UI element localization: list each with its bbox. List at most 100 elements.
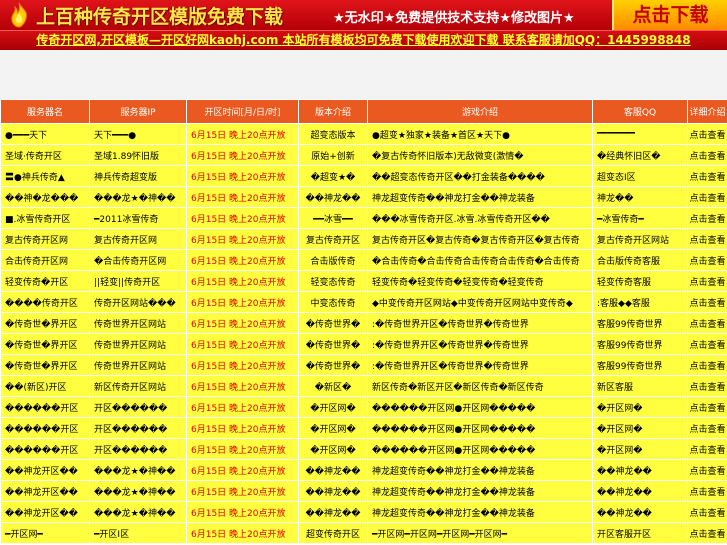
version-cell: 轻变态传奇	[298, 270, 368, 292]
service-qq-cell: ━━━━━━━	[592, 123, 688, 145]
open-time-cell: 6月15日 晚上20点开放	[186, 375, 299, 397]
service-qq-cell: 轻变传奇客服	[592, 270, 688, 292]
table-row[interactable]: ��神龙开区�� ���龙★�神�� 6月15日 晚上20点开放 ��神龙�� 神龙超变…	[0, 501, 727, 523]
server-name-cell: ●━━━天下	[0, 123, 90, 145]
details-link[interactable]: 点击查看	[687, 333, 727, 355]
version-cell: 中变态传奇	[298, 291, 368, 313]
version-cell: ��神龙��	[298, 501, 368, 523]
game-intro-cell: �合击传奇�合击传奇合击传奇合击传奇�合击传奇	[367, 249, 593, 271]
version-cell: �开区网�	[298, 417, 368, 439]
server-name-cell: ������开区	[0, 417, 90, 439]
server-name-cell: ��(新区)开区	[0, 375, 90, 397]
table-row[interactable]: ��神�龙��� ���龙★�神�� 6月15日 晚上20点开放 ��神龙�� 神龙超变…	[0, 186, 727, 208]
service-qq-cell: 客服99传奇世界	[592, 354, 688, 376]
version-cell: ��神龙��	[298, 480, 368, 502]
table-row[interactable]: ●━━━天下 天下━━━● 6月15日 晚上20点开放 超变态版本 ●超变★独家★装备★…	[0, 123, 727, 145]
server-ip-cell: 传奇世界开区网站	[89, 333, 187, 355]
game-intro-cell: ������开区网●开区网�����	[367, 396, 593, 418]
table-row[interactable]: 合击传奇开区网 �合击传奇开区网 6月15日 晚上20点开放 合击版传奇 �合击传奇�合…	[0, 249, 727, 271]
server-ip-cell: 神兵传奇超变版	[89, 165, 187, 187]
download-button[interactable]: 点击下载	[612, 0, 727, 30]
details-link[interactable]: 点击查看	[687, 228, 727, 250]
server-ip-cell: 传奇开区网站���	[89, 291, 187, 313]
version-cell: �新区�	[298, 375, 368, 397]
table-row[interactable]: �传奇世�界开区 传奇世界开区网站 6月15日 晚上20点开放 �传奇世界�:�传奇世…	[0, 354, 727, 376]
header-server-ip: 服务器IP	[89, 99, 187, 124]
open-time-cell: 6月15日 晚上20点开放	[186, 396, 299, 418]
open-time-cell: 6月15日 晚上20点开放	[186, 522, 299, 544]
game-intro-cell: 神龙超变传奇��神龙打金��神龙装备	[367, 501, 593, 523]
details-link[interactable]: 点击查看	[687, 291, 727, 313]
server-ip-cell: 传奇世界开区网站	[89, 312, 187, 334]
contact-link[interactable]: 传奇开区网,开区模板—开区好网kaohj.com 本站所有模板均可免费下载使用欢…	[36, 33, 690, 47]
table-row[interactable]: ��神龙开区�� ���龙★�神�� 6月15日 晚上20点开放 ��神龙�� 神龙超变…	[0, 459, 727, 481]
details-link[interactable]: 点击查看	[687, 501, 727, 523]
game-intro-cell: 复古传奇开区�复古传奇�复古传奇开区�复古传奇	[367, 228, 593, 250]
table-header-row: 服务器名 服务器IP 开区时间[月/日/时] 版本介绍 游戏介绍 客服QQ 详细…	[0, 99, 727, 124]
server-name-cell: 复古传奇开区网	[0, 228, 90, 250]
version-cell: �超变★�	[298, 165, 368, 187]
game-intro-cell: :�传奇世界开区�传奇世界�传奇世界	[367, 333, 593, 355]
details-link[interactable]: 点击查看	[687, 207, 727, 229]
details-link[interactable]: 点击查看	[687, 249, 727, 271]
open-time-cell: 6月15日 晚上20点开放	[186, 186, 299, 208]
details-link[interactable]: 点击查看	[687, 438, 727, 460]
version-cell: �传奇世界�	[298, 333, 368, 355]
table-row[interactable]: 圣域·传奇开区 圣域1.89怀旧版 6月15日 晚上20点开放 原始+创新 �复古传奇怀…	[0, 144, 727, 166]
open-time-cell: 6月15日 晚上20点开放	[186, 165, 299, 187]
service-qq-cell: �开区网�	[592, 438, 688, 460]
version-cell: 合击版传奇	[298, 249, 368, 271]
server-list-table: 服务器名 服务器IP 开区时间[月/日/时] 版本介绍 游戏介绍 客服QQ 详细…	[0, 99, 727, 544]
table-row[interactable]: �传奇世�界开区 传奇世界开区网站 6月15日 晚上20点开放 �传奇世界�:�传奇世…	[0, 312, 727, 334]
server-name-cell: ��神龙开区��	[0, 501, 90, 523]
details-link[interactable]: 点击查看	[687, 165, 727, 187]
server-name-cell: 轻变传奇�开区	[0, 270, 90, 292]
open-time-cell: 6月15日 晚上20点开放	[186, 417, 299, 439]
table-row[interactable]: 轻变传奇�开区 ||轻变||传奇开区 6月15日 晚上20点开放 轻变态传奇 轻变传奇�…	[0, 270, 727, 292]
server-ip-cell: 开区������	[89, 396, 187, 418]
open-time-cell: 6月15日 晚上20点开放	[186, 207, 299, 229]
table-row[interactable]: ����传奇开区 传奇开区网站��� 6月15日 晚上20点开放 中变态传奇 ◆中变传奇…	[0, 291, 727, 313]
server-name-cell: ■.冰雪传奇开区	[0, 207, 90, 229]
game-intro-cell: �复古传奇怀旧版本)无敌微变(激情�	[367, 144, 593, 166]
server-ip-cell: 新区传奇开区网站	[89, 375, 187, 397]
table-row[interactable]: ��(新区)开区 新区传奇开区网站 6月15日 晚上20点开放 �新区� 新区传奇�新区…	[0, 375, 727, 397]
server-name-cell: �传奇世�界开区	[0, 333, 90, 355]
details-link[interactable]: 点击查看	[687, 186, 727, 208]
server-ip-cell: ���龙★�神��	[89, 186, 187, 208]
details-link[interactable]: 点击查看	[687, 144, 727, 166]
table-row[interactable]: ������开区 开区������ 6月15日 晚上20点开放 �开区网� ������…	[0, 438, 727, 460]
server-name-cell: ━开区网━	[0, 522, 90, 544]
table-row[interactable]: �传奇世�界开区 传奇世界开区网站 6月15日 晚上20点开放 �传奇世界�:�传奇世…	[0, 333, 727, 355]
table-row[interactable]: 〓●神兵传奇▲ 神兵传奇超变版 6月15日 晚上20点开放 �超变★� ��超变态传奇开…	[0, 165, 727, 187]
server-ip-cell: ━2011冰雪传奇	[89, 207, 187, 229]
open-time-cell: 6月15日 晚上20点开放	[186, 459, 299, 481]
table-row[interactable]: ������开区 开区������ 6月15日 晚上20点开放 �开区网� ������…	[0, 417, 727, 439]
table-row[interactable]: ━开区网━ ━开区Ⅰ区 6月15日 晚上20点开放 超变传奇开区 ━开区网━开区网━开区…	[0, 522, 727, 544]
details-link[interactable]: 点击查看	[687, 312, 727, 334]
details-link[interactable]: 点击查看	[687, 396, 727, 418]
details-link[interactable]: 点击查看	[687, 522, 727, 544]
header-game-intro: 游戏介绍	[367, 99, 593, 124]
open-time-cell: 6月15日 晚上20点开放	[186, 438, 299, 460]
game-intro-cell: 神龙超变传奇��神龙打金��神龙装备	[367, 186, 593, 208]
details-link[interactable]: 点击查看	[687, 375, 727, 397]
server-ip-cell: 传奇世界开区网站	[89, 354, 187, 376]
server-name-cell: ��神龙开区��	[0, 480, 90, 502]
service-qq-cell: �开区网�	[592, 417, 688, 439]
table-row[interactable]: ������开区 开区������ 6月15日 晚上20点开放 �开区网� ������…	[0, 396, 727, 418]
top-banner[interactable]: 上百种传奇开区模版免费下载 ★无水印★免费提供技术支持★修改图片★ 点击下载	[0, 0, 727, 30]
table-row[interactable]: ■.冰雪传奇开区 ━2011冰雪传奇 6月15日 晚上20点开放 ━━冰雪━━ ���冰…	[0, 207, 727, 229]
details-link[interactable]: 点击查看	[687, 417, 727, 439]
header-server-name: 服务器名	[0, 99, 90, 124]
details-link[interactable]: 点击查看	[687, 459, 727, 481]
table-row[interactable]: 复古传奇开区网 复古传奇开区网 6月15日 晚上20点开放 复古传奇开区 复古传奇开区�…	[0, 228, 727, 250]
table-row[interactable]: ��神龙开区�� ���龙★�神�� 6月15日 晚上20点开放 ��神龙�� 神龙超变…	[0, 480, 727, 502]
header-open-time: 开区时间[月/日/时]	[186, 99, 299, 124]
table-body: ●━━━天下 天下━━━● 6月15日 晚上20点开放 超变态版本 ●超变★独家★装备★…	[0, 123, 727, 544]
details-link[interactable]: 点击查看	[687, 354, 727, 376]
details-link[interactable]: 点击查看	[687, 270, 727, 292]
server-ip-cell: ━开区Ⅰ区	[89, 522, 187, 544]
details-link[interactable]: 点击查看	[687, 480, 727, 502]
details-link[interactable]: 点击查看	[687, 123, 727, 145]
